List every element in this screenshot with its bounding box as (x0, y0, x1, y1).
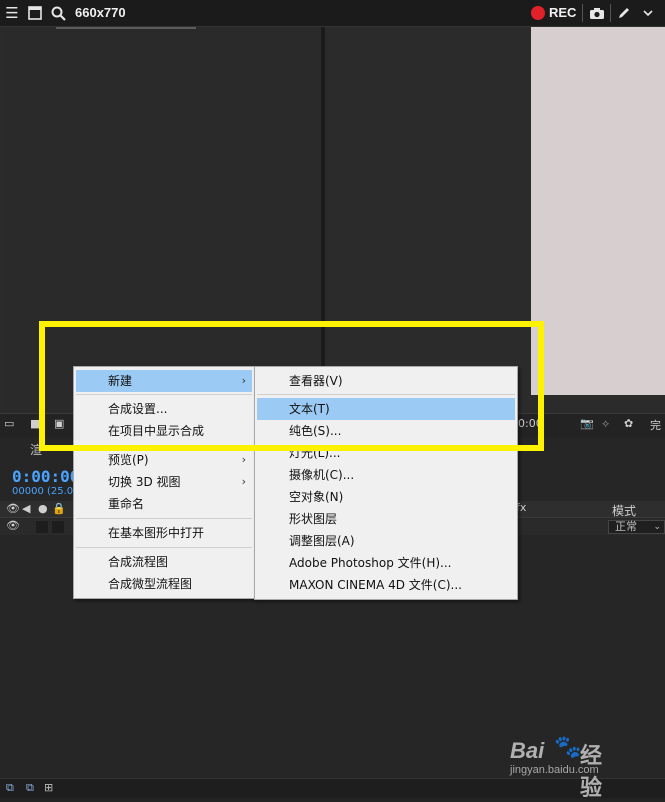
chevron-right-icon: › (241, 453, 246, 466)
resolution-fragment[interactable]: 完 (650, 417, 661, 433)
divider (610, 4, 611, 22)
frame-count: 00000 (25.00 (12, 486, 80, 497)
composition-canvas[interactable] (531, 27, 665, 395)
menu-item-camera[interactable]: 摄像机(C)... (257, 464, 515, 486)
hamburger-menu-icon[interactable]: ☰ (4, 4, 20, 22)
toggle-icon[interactable]: ▭ (4, 417, 14, 430)
chevron-down-icon[interactable] (640, 4, 656, 22)
menu-item-rename[interactable]: 重命名 (76, 493, 252, 515)
blend-mode-select[interactable]: 正常 ⌄ (608, 520, 665, 534)
layer-switch-box[interactable] (52, 521, 64, 533)
menu-item-label: 空对象(N) (289, 490, 344, 504)
search-icon[interactable] (50, 4, 66, 22)
lock-icon[interactable]: 🔒 (52, 502, 66, 515)
viewer-tab-indicator (56, 27, 196, 29)
menu-item-label: 合成流程图 (108, 555, 169, 569)
menu-item-photoshop-file[interactable]: Adobe Photoshop 文件(H)... (257, 552, 515, 574)
menu-item-label: MAXON CINEMA 4D 文件(C)... (289, 578, 462, 592)
layer-visibility-icon[interactable]: 👁 (6, 519, 20, 532)
menu-item-null-object[interactable]: 空对象(N) (257, 486, 515, 508)
menu-item-switch-3d-view[interactable]: 切换 3D 视图 › (76, 471, 252, 493)
menu-item-label: 预览(P) (108, 453, 149, 467)
layer-switch-box[interactable] (36, 521, 48, 533)
menu-item-label: 在基本图形中打开 (108, 526, 205, 540)
menu-item-label: 调整图层(A) (289, 534, 355, 548)
menu-item-open-in-essential-graphics[interactable]: 在基本图形中打开 (76, 522, 252, 544)
menu-item-label: 切换 3D 视图 (108, 475, 181, 489)
menu-separator (76, 547, 252, 548)
blend-mode-value: 正常 (615, 520, 637, 533)
eye-icon[interactable]: 👁 (6, 502, 20, 515)
menu-item-adjustment-layer[interactable]: 调整图层(A) (257, 530, 515, 552)
comp-toggle-icon[interactable]: ⧉ (6, 781, 14, 795)
rec-label[interactable]: REC (549, 5, 576, 20)
comp-toggle-icon[interactable]: ⧉ (26, 781, 34, 795)
menu-item-comp-mini-flowchart[interactable]: 合成微型流程图 (76, 573, 252, 595)
menu-item-label: Adobe Photoshop 文件(H)... (289, 556, 452, 570)
divider (582, 4, 583, 22)
paw-logo-icon: 🐾 (554, 734, 582, 759)
capture-size-label: 660x770 (75, 5, 126, 20)
menu-item-label: 合成微型流程图 (108, 577, 193, 591)
solo-icon[interactable]: ● (38, 502, 48, 515)
menu-separator (76, 518, 252, 519)
pin-icon[interactable]: ⊞ (44, 781, 53, 794)
camera-icon[interactable] (588, 4, 606, 22)
chevron-right-icon: › (241, 475, 246, 488)
menu-item-comp-flowchart[interactable]: 合成流程图 (76, 551, 252, 573)
menu-item-shape-layer[interactable]: 形状图层 (257, 508, 515, 530)
menu-item-label: 摄像机(C)... (289, 468, 355, 482)
highlight-annotation-box (39, 321, 544, 451)
show-snapshot-icon[interactable]: ⟡ (602, 417, 609, 431)
mode-column-label: 模式 (612, 504, 637, 518)
capture-toolbar: ☰ 660x770 REC (0, 0, 665, 27)
menu-item-cinema4d-file[interactable]: MAXON CINEMA 4D 文件(C)... (257, 574, 515, 596)
pencil-icon[interactable] (616, 4, 632, 22)
menu-item-label: 形状图层 (289, 512, 338, 526)
record-icon[interactable] (531, 6, 545, 20)
snapshot-camera-icon[interactable]: 📷 (580, 417, 594, 430)
current-time[interactable]: 0:00:00 (12, 467, 79, 486)
window-icon[interactable] (27, 4, 43, 22)
chevron-down-icon: ⌄ (653, 522, 661, 532)
watermark-brand: Bai (510, 738, 545, 763)
channels-icon[interactable]: ✿ (624, 417, 633, 430)
baidu-watermark: Bai 🐾 经验 jingyan.baidu.com (510, 734, 602, 800)
watermark-url: jingyan.baidu.com (510, 764, 599, 776)
menu-item-label: 重命名 (108, 497, 145, 511)
timeline-bottom-bar: ⧉ ⧉ ⊞ (0, 778, 665, 798)
audio-icon[interactable]: ◀ (22, 502, 30, 515)
menu-item-preview[interactable]: 预览(P) › (76, 449, 252, 471)
